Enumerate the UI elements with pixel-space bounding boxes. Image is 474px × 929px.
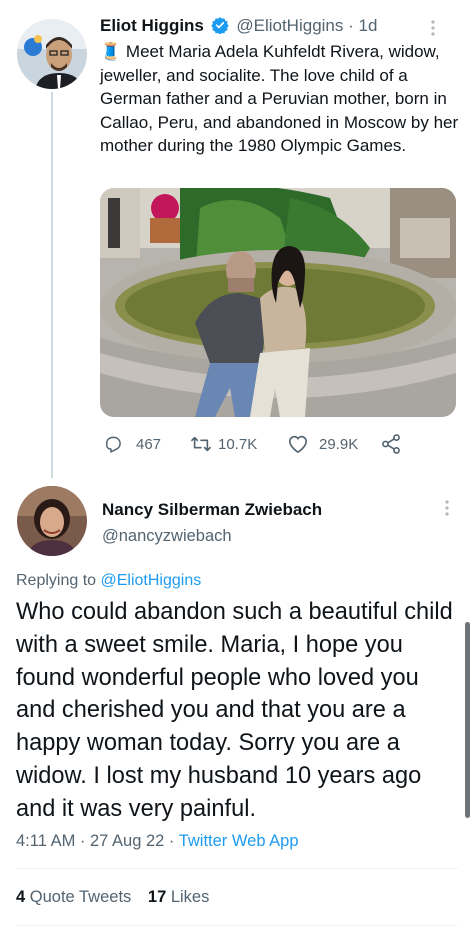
reply-like-count: 17 [147, 888, 167, 906]
reply-meta: 4:11 AM · 27 Aug 22 · Twitter Web App [16, 832, 299, 851]
replying-to-link[interactable]: @EliotHiggins [101, 572, 202, 589]
tweet-text: 🧵 Meet Maria Adela Kuhfeldt Rivera, wido… [100, 40, 460, 158]
reply-author-handle[interactable]: @nancyzwiebach [102, 527, 232, 546]
tweet-photo[interactable] [100, 188, 456, 417]
reply-author-avatar[interactable] [17, 486, 87, 556]
heart-icon [289, 435, 307, 453]
reply-text: Who could abandon such a beautiful child… [16, 599, 453, 822]
tweet-body: Meet Maria Adela Kuhfeldt Rivera, widow,… [100, 42, 459, 155]
author-name[interactable]: Eliot Higgins [100, 16, 204, 35]
reply-author-name[interactable]: Nancy Silberman Zwiebach [102, 500, 322, 520]
action-like[interactable]: 29.9K [287, 432, 358, 456]
like-count: 29.9K [319, 435, 359, 453]
reply-count: 467 [136, 435, 162, 453]
more-dots-icon[interactable] [431, 20, 435, 36]
thread-connector-line [51, 92, 53, 478]
quote-count: 4 [16, 888, 26, 906]
divider [16, 925, 458, 926]
retweet-count: 10.7K [218, 435, 258, 453]
retweet-icon [191, 436, 211, 452]
action-reply[interactable]: 467 [103, 432, 161, 456]
reply-more-dots-icon[interactable] [445, 500, 449, 516]
reply-date[interactable]: · 27 Aug 22 · [80, 832, 174, 850]
divider [16, 868, 458, 869]
scrollbar[interactable] [465, 622, 470, 818]
author-avatar[interactable] [17, 19, 87, 89]
thread-emoji: 🧵 [100, 42, 122, 61]
reply-icon [106, 436, 121, 453]
tweet-age[interactable]: · 1d [348, 16, 377, 35]
reply-time[interactable]: 4:11 AM [16, 832, 75, 850]
replying-prefix: Replying to [16, 572, 97, 589]
verified-badge-icon [210, 16, 229, 34]
share-icon [382, 434, 400, 454]
replying-to-line: Replying to @EliotHiggins [16, 572, 201, 590]
reply-like-label: Likes [170, 888, 210, 906]
action-share[interactable] [380, 432, 402, 456]
action-retweet[interactable]: 10.7K [190, 432, 257, 456]
engagement-stats: 4 Quote Tweets 17 Likes [16, 888, 209, 907]
quote-label: Quote Tweets [29, 888, 132, 906]
likes-stat[interactable]: 17 Likes [148, 888, 209, 906]
author-handle[interactable]: @EliotHiggins [236, 16, 343, 35]
author-name-row: Eliot Higgins @EliotHiggins · 1d [100, 16, 377, 36]
quote-tweets-stat[interactable]: 4 Quote Tweets [16, 888, 136, 906]
reply-source[interactable]: Twitter Web App [179, 832, 299, 850]
